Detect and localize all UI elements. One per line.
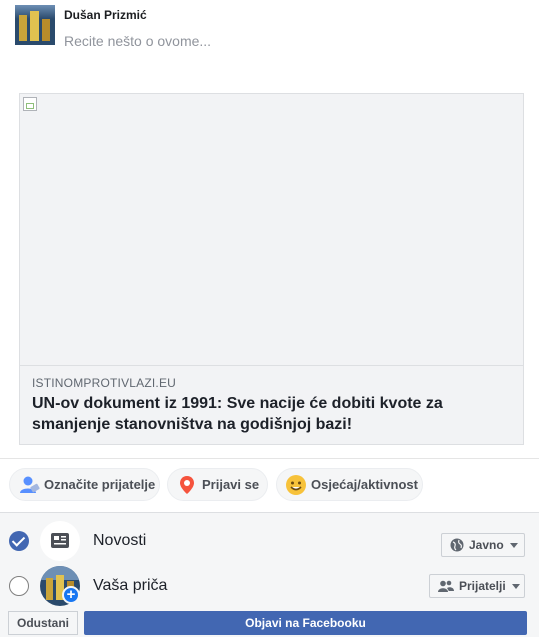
author-name[interactable]: Dušan Prizmić — [64, 8, 147, 22]
smiley-icon — [285, 474, 307, 496]
cancel-button[interactable]: Odustani — [8, 611, 78, 635]
divider — [0, 458, 539, 459]
friends-icon — [438, 580, 454, 592]
tag-friends-button[interactable]: Označite prijatelje — [9, 468, 160, 501]
story-privacy-dropdown[interactable]: Prijatelji — [429, 574, 525, 598]
chevron-down-icon — [509, 542, 518, 548]
story-privacy-label: Prijatelji — [459, 579, 506, 593]
add-story-icon: + — [62, 586, 80, 604]
check-in-button[interactable]: Prijavi se — [167, 468, 268, 501]
avatar[interactable] — [15, 5, 55, 45]
news-feed-icon — [40, 521, 80, 561]
broken-image-icon — [23, 97, 37, 111]
link-preview-title: UN-ov dokument iz 1991: Sve nacije će do… — [32, 395, 443, 433]
news-feed-privacy-label: Javno — [469, 538, 504, 552]
news-feed-privacy-dropdown[interactable]: Javno — [441, 533, 525, 557]
map-pin-icon — [176, 474, 198, 496]
status-input[interactable]: Recite nešto o ovome... — [64, 33, 211, 49]
news-feed-label: Novosti — [93, 532, 147, 549]
post-button[interactable]: Objavi na Facebooku — [84, 611, 527, 635]
link-preview-card[interactable]: ISTINOMPROTIVLAZI.EU UN-ov dokument iz 1… — [19, 93, 524, 445]
story-checkbox[interactable] — [9, 576, 29, 596]
story-label: Vaša priča — [93, 577, 168, 594]
tag-friends-icon — [18, 474, 40, 496]
link-preview-image — [20, 94, 523, 366]
chevron-down-icon — [511, 583, 520, 589]
tag-friends-label: Označite prijatelje — [44, 477, 156, 492]
feeling-activity-label: Osjećaj/aktivnost — [311, 477, 418, 492]
post-composer: Dušan Prizmić Recite nešto o ovome... — [0, 0, 539, 90]
story-avatar: + — [40, 566, 80, 606]
globe-icon — [450, 538, 464, 552]
news-feed-checkbox[interactable] — [9, 531, 29, 551]
link-preview-domain: ISTINOMPROTIVLAZI.EU — [32, 376, 177, 390]
feeling-activity-button[interactable]: Osjećaj/aktivnost — [276, 468, 423, 501]
check-in-label: Prijavi se — [202, 477, 260, 492]
